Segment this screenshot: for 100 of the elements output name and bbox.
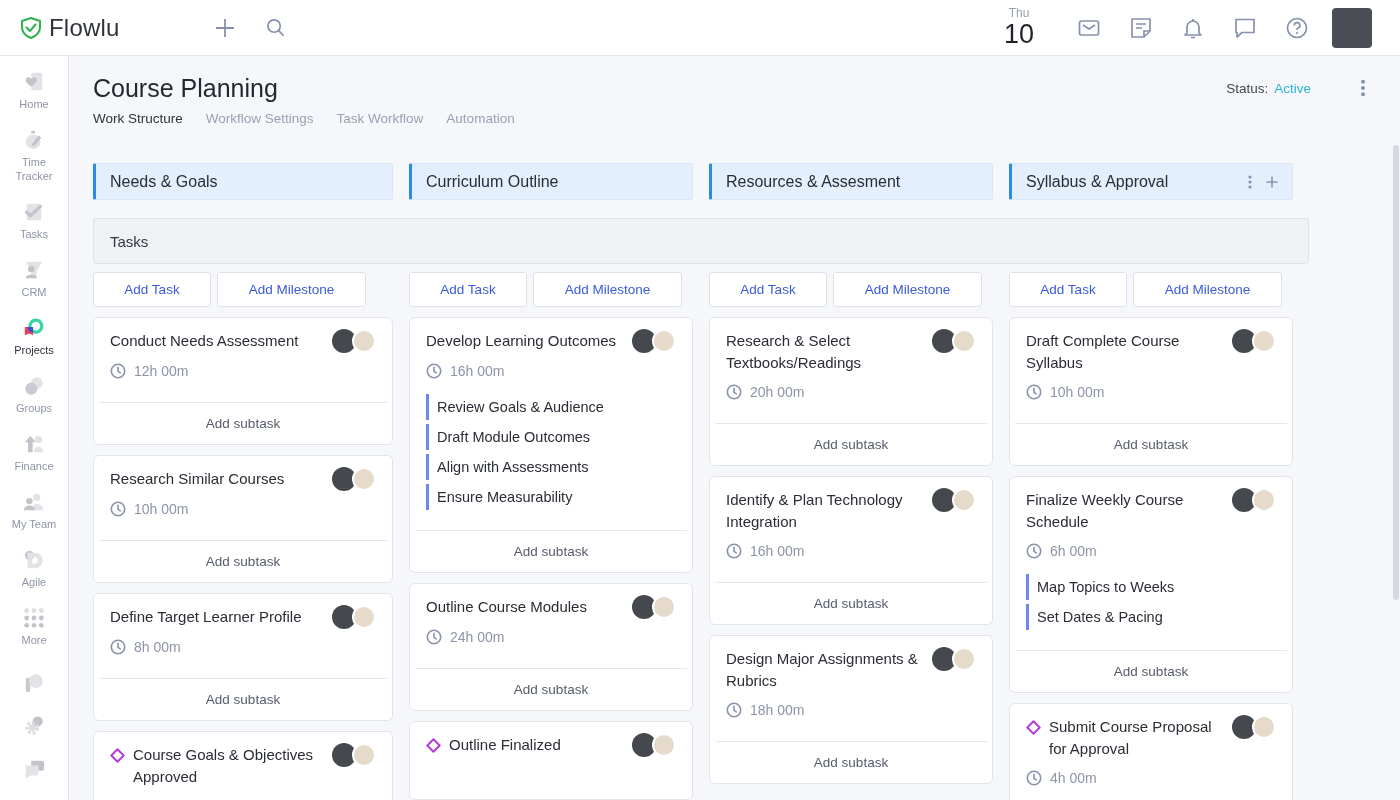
clock-icon xyxy=(110,639,126,655)
card-title: Identify & Plan Technology Integration xyxy=(726,490,904,532)
circle-shapes-icon xyxy=(23,549,45,571)
shapes-icon[interactable] xyxy=(23,672,45,694)
page-title: Course Planning xyxy=(93,73,279,103)
card-title: Design Major Assignments & Rubrics xyxy=(726,649,919,691)
kebab-menu-icon[interactable] xyxy=(1248,174,1252,189)
add-subtask-button[interactable]: Add subtask xyxy=(99,402,387,444)
avatar xyxy=(352,329,376,353)
subtask-item[interactable]: Draft Module Outcomes xyxy=(426,424,676,450)
add-milestone-button[interactable]: Add Milestone xyxy=(833,272,982,307)
clock-icon xyxy=(1026,770,1042,786)
avatar xyxy=(952,329,976,353)
task-card[interactable]: Design Major Assignments & Rubrics 18h 00m Add subtask xyxy=(709,635,993,784)
column-title: Needs & Goals xyxy=(110,172,219,191)
help-icon[interactable] xyxy=(1286,16,1308,39)
time-estimate: 10h 00m xyxy=(1050,384,1105,400)
add-subtask-button[interactable]: Add subtask xyxy=(415,668,687,710)
avatar xyxy=(352,467,376,491)
card-title: Outline Course Modules xyxy=(426,597,588,617)
chat-icon[interactable] xyxy=(1234,16,1256,39)
sidebar-item[interactable]: Projects xyxy=(0,308,68,366)
avatar xyxy=(1232,715,1256,739)
people-icon xyxy=(23,491,45,513)
time-estimate: 16h 00m xyxy=(450,363,505,379)
add-task-button[interactable]: Add Task xyxy=(709,272,827,307)
subtask-item[interactable]: Ensure Measurability xyxy=(426,484,676,510)
add-subtask-button[interactable]: Add subtask xyxy=(715,423,987,465)
card-title: Outline Finalized xyxy=(449,735,562,755)
avatar xyxy=(332,329,356,353)
funnel-person-icon xyxy=(23,259,45,281)
avatar xyxy=(1252,715,1276,739)
add-milestone-button[interactable]: Add Milestone xyxy=(533,272,682,307)
bell-icon[interactable] xyxy=(1182,16,1204,39)
card-title: Draft Complete Course Syllabus xyxy=(1026,331,1181,373)
search-icon[interactable] xyxy=(266,18,285,37)
card-title: Develop Learning Outcomes xyxy=(426,331,618,351)
scrollbar-thumb[interactable] xyxy=(1393,145,1399,600)
card-title: Research & Select Textbooks/Readings xyxy=(726,331,863,373)
kebab-menu-icon[interactable] xyxy=(1360,79,1366,97)
settings-icon[interactable] xyxy=(23,715,45,737)
time-estimate: 18h 00m xyxy=(750,702,805,718)
task-card[interactable]: Define Target Learner Profile 8h 00m Add subtask xyxy=(93,593,393,721)
subtask-item[interactable]: Align with Assessments xyxy=(426,454,676,480)
tab[interactable]: Work Structure xyxy=(93,110,183,128)
subtask-item[interactable]: Map Topics to Weeks xyxy=(1026,574,1276,600)
avatar xyxy=(932,647,956,671)
card-title: Submit Course Proposal for Approval xyxy=(1049,717,1213,759)
avatar xyxy=(632,733,656,757)
avatar xyxy=(1232,329,1256,353)
task-card[interactable]: Develop Learning Outcomes 16h 00m Review Goals & Audience Draft Module Outcomes Align with Assessments Ensure Measurability Add subtask xyxy=(409,317,693,573)
avatar xyxy=(652,733,676,757)
chat-bubbles-icon[interactable] xyxy=(23,758,45,780)
avatar xyxy=(932,329,956,353)
add-milestone-button[interactable]: Add Milestone xyxy=(217,272,366,307)
time-estimate: 12h 00m xyxy=(134,363,189,379)
note-icon[interactable] xyxy=(1130,16,1152,39)
subtask-item[interactable]: Set Dates & Pacing xyxy=(1026,604,1276,630)
card-title: Finalize Weekly Course Schedule xyxy=(1026,490,1185,532)
add-subtask-button[interactable]: Add subtask xyxy=(99,678,387,720)
add-subtask-button[interactable]: Add subtask xyxy=(1015,650,1287,692)
column-title: Resources & Assesment xyxy=(726,172,902,191)
add-subtask-button[interactable]: Add subtask xyxy=(715,741,987,783)
task-card[interactable]: Research Similar Courses 10h 00m Add subtask xyxy=(93,455,393,583)
add-task-button[interactable]: Add Task xyxy=(409,272,527,307)
card-title: Research Similar Courses xyxy=(110,469,286,489)
add-subtask-button[interactable]: Add subtask xyxy=(715,582,987,624)
task-card[interactable]: Draft Complete Course Syllabus 10h 00m Add subtask xyxy=(1009,317,1293,466)
add-subtask-button[interactable]: Add subtask xyxy=(1015,423,1287,465)
add-task-button[interactable]: Add Task xyxy=(93,272,211,307)
add-milestone-button[interactable]: Add Milestone xyxy=(1133,272,1282,307)
avatar xyxy=(332,743,356,767)
avatar xyxy=(1252,488,1276,512)
arrow-person-icon xyxy=(23,433,45,455)
subtask-item[interactable]: Review Goals & Audience xyxy=(426,394,676,420)
task-card[interactable]: Research & Select Textbooks/Readings 20h 00m Add subtask xyxy=(709,317,993,466)
milestone-card[interactable]: Course Goals & Objectives Approved xyxy=(93,731,393,800)
shield-check-icon xyxy=(19,15,43,40)
clock-icon xyxy=(110,501,126,517)
time-estimate: 16h 00m xyxy=(750,543,805,559)
time-estimate: 10h 00m xyxy=(134,501,189,517)
card-title: Course Goals & Objectives Approved xyxy=(133,745,315,787)
task-card[interactable]: Conduct Needs Assessment 12h 00m Add subtask xyxy=(93,317,393,445)
avatar xyxy=(652,329,676,353)
task-card[interactable]: Identify & Plan Technology Integration 16h 00m Add subtask xyxy=(709,476,993,625)
milestone-card[interactable]: Outline Finalized xyxy=(409,721,693,800)
task-card[interactable]: Finalize Weekly Course Schedule 6h 00m Map Topics to Weeks Set Dates & Pacing Add subtask xyxy=(1009,476,1293,693)
plus-icon[interactable] xyxy=(1266,175,1278,188)
clock-icon xyxy=(726,384,742,400)
diamond-icon xyxy=(1026,720,1041,735)
avatar xyxy=(632,595,656,619)
add-task-button[interactable]: Add Task xyxy=(1009,272,1127,307)
time-estimate: 4h 00m xyxy=(1050,770,1097,786)
task-card[interactable]: Outline Course Modules 24h 00m Add subtask xyxy=(409,583,693,711)
milestone-card[interactable]: Submit Course Proposal for Approval 4h 00m xyxy=(1009,703,1293,800)
add-subtask-button[interactable]: Add subtask xyxy=(415,530,687,572)
plus-icon[interactable] xyxy=(215,17,235,38)
user-avatar[interactable] xyxy=(1332,7,1372,48)
add-subtask-button[interactable]: Add subtask xyxy=(99,540,387,582)
avatar xyxy=(332,605,356,629)
